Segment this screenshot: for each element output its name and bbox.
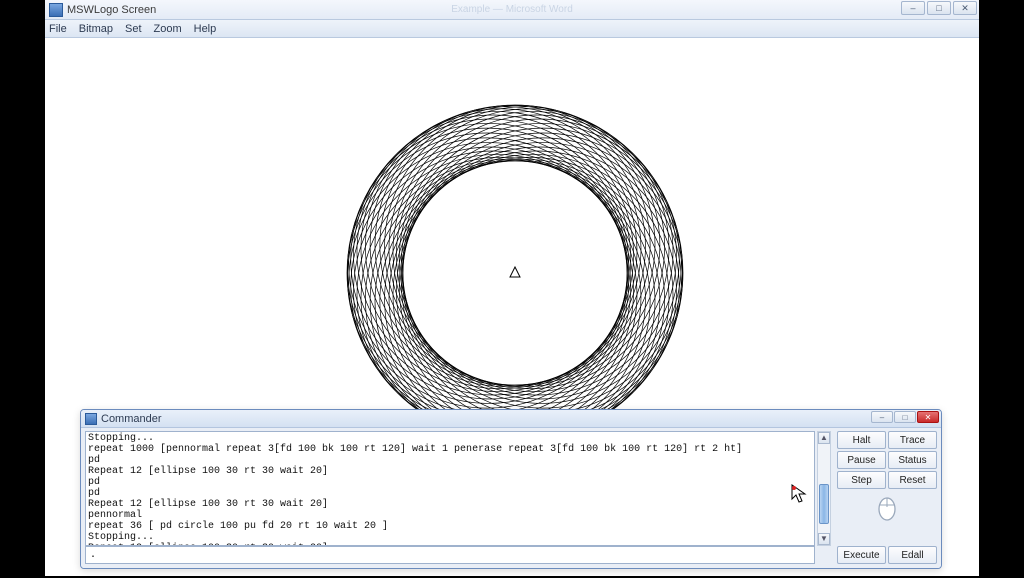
- close-button[interactable]: ✕: [953, 1, 977, 15]
- titlebar: MSWLogo Screen Example — Microsoft Word …: [45, 0, 979, 20]
- menu-file[interactable]: File: [49, 23, 67, 35]
- command-input[interactable]: [85, 546, 815, 564]
- commander-bottom-buttons: Execute Edall: [837, 546, 937, 564]
- scroll-up-button[interactable]: ▲: [818, 432, 830, 444]
- scrollbar: ▲ ▼: [817, 431, 831, 546]
- minimize-button[interactable]: –: [901, 1, 925, 15]
- letterbox-right: [979, 0, 1024, 576]
- menu-zoom[interactable]: Zoom: [154, 23, 182, 35]
- edall-button[interactable]: Edall: [888, 546, 937, 564]
- commander-titlebar[interactable]: Commander – □ ✕: [81, 410, 941, 428]
- commander-close-button[interactable]: ✕: [917, 411, 939, 423]
- mswlogo-window: MSWLogo Screen Example — Microsoft Word …: [45, 0, 979, 576]
- commander-body: Stopping... repeat 1000 [pennormal repea…: [81, 428, 941, 568]
- scroll-track[interactable]: [818, 444, 830, 533]
- commander-window: Commander – □ ✕ Stopping... repeat 1000 …: [80, 409, 942, 569]
- halt-button[interactable]: Halt: [837, 431, 886, 449]
- reset-button[interactable]: Reset: [888, 471, 937, 489]
- pause-button[interactable]: Pause: [837, 451, 886, 469]
- menu-set[interactable]: Set: [125, 23, 142, 35]
- command-history[interactable]: Stopping... repeat 1000 [pennormal repea…: [85, 431, 815, 546]
- window-title: MSWLogo Screen: [67, 4, 156, 16]
- maximize-button[interactable]: □: [927, 1, 951, 15]
- background-hint: Example — Microsoft Word: [451, 4, 573, 15]
- commander-maximize-button[interactable]: □: [894, 411, 916, 423]
- window-controls: – □ ✕: [901, 1, 977, 15]
- commander-title: Commander: [101, 413, 162, 425]
- menu-help[interactable]: Help: [194, 23, 217, 35]
- scroll-down-button[interactable]: ▼: [818, 533, 830, 545]
- commander-side-buttons: Halt Trace Pause Status Step Reset: [837, 431, 937, 527]
- commander-window-controls: – □ ✕: [871, 411, 939, 423]
- menubar: File Bitmap Set Zoom Help: [45, 20, 979, 38]
- letterbox-left: [0, 0, 45, 576]
- trace-button[interactable]: Trace: [888, 431, 937, 449]
- step-button[interactable]: Step: [837, 471, 886, 489]
- commander-minimize-button[interactable]: –: [871, 411, 893, 423]
- app-icon: [49, 3, 63, 17]
- menu-bitmap[interactable]: Bitmap: [79, 23, 113, 35]
- execute-button[interactable]: Execute: [837, 546, 886, 564]
- scroll-thumb[interactable]: [819, 484, 829, 524]
- mouse-icon: [837, 495, 937, 527]
- status-button[interactable]: Status: [888, 451, 937, 469]
- commander-icon: [85, 413, 97, 425]
